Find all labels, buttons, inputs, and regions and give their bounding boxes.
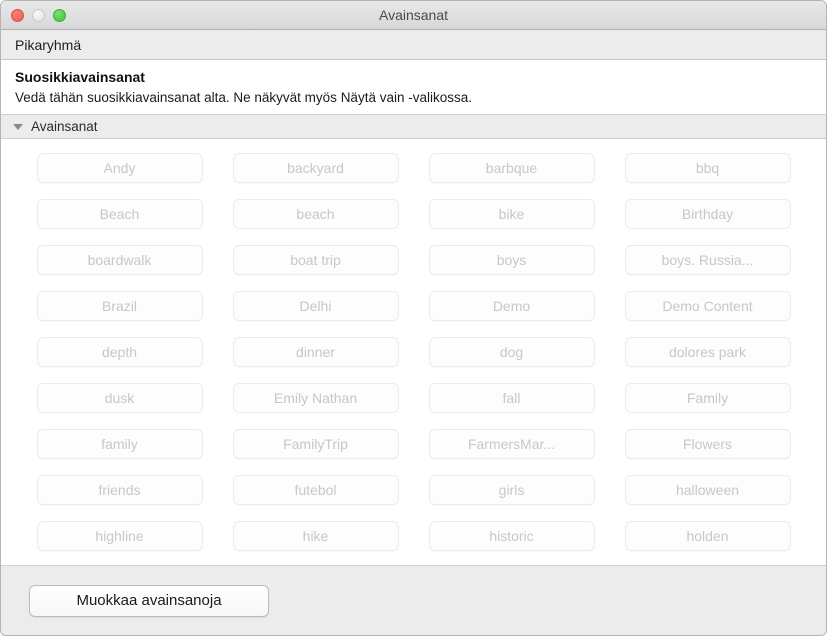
window-title: Avainsanat bbox=[378, 7, 448, 23]
triangle-down-icon[interactable] bbox=[13, 123, 23, 130]
keywords-grid: Andy backyard barbque bbq Beach beach bi… bbox=[1, 153, 826, 551]
keyword-button[interactable]: fall bbox=[428, 383, 595, 413]
window-footer: Muokkaa avainsanoja bbox=[1, 565, 826, 635]
keyword-button[interactable]: hike bbox=[232, 521, 399, 551]
keyword-button[interactable]: dog bbox=[428, 337, 595, 367]
keywords-section-title: Avainsanat bbox=[31, 119, 98, 134]
keyword-button[interactable]: girls bbox=[428, 475, 595, 505]
close-button-icon[interactable] bbox=[11, 8, 24, 22]
favorite-keywords-dropzone[interactable]: Suosikkiavainsanat Vedä tähän suosikkiav… bbox=[1, 60, 826, 115]
favorite-keywords-title: Suosikkiavainsanat bbox=[15, 69, 145, 85]
keyword-button[interactable]: Brazil bbox=[36, 291, 203, 321]
keyword-button[interactable]: boys. Russia... bbox=[624, 245, 791, 275]
keyword-button[interactable]: Beach bbox=[36, 199, 203, 229]
keyword-button[interactable]: Andy bbox=[36, 153, 203, 183]
keyword-button[interactable]: dusk bbox=[36, 383, 203, 413]
keyword-button[interactable]: backyard bbox=[232, 153, 399, 183]
keywords-section-header[interactable]: Avainsanat bbox=[1, 115, 826, 139]
window-titlebar: Avainsanat bbox=[1, 1, 826, 30]
keyword-button[interactable]: historic bbox=[428, 521, 595, 551]
keyword-button[interactable]: holden bbox=[624, 521, 791, 551]
keyword-button[interactable]: Family bbox=[624, 383, 791, 413]
quick-group-toolbar: Pikaryhmä bbox=[1, 30, 826, 60]
favorite-keywords-description: Vedä tähän suosikkiavainsanat alta. Ne n… bbox=[15, 90, 472, 105]
minimize-button-icon[interactable] bbox=[32, 8, 45, 22]
keyword-button[interactable]: dolores park bbox=[624, 337, 791, 367]
keyword-button[interactable]: depth bbox=[36, 337, 203, 367]
keyword-button[interactable]: highline bbox=[36, 521, 203, 551]
keywords-window: Avainsanat Pikaryhmä Suosikkiavainsanat … bbox=[0, 0, 827, 636]
keyword-button[interactable]: Demo Content bbox=[624, 291, 791, 321]
keyword-button[interactable]: Flowers bbox=[624, 429, 791, 459]
keyword-button[interactable]: Birthday bbox=[624, 199, 791, 229]
keyword-button[interactable]: FarmersMar... bbox=[428, 429, 595, 459]
keyword-button[interactable]: bbq bbox=[624, 153, 791, 183]
keyword-button[interactable]: halloween bbox=[624, 475, 791, 505]
keyword-button[interactable]: boys bbox=[428, 245, 595, 275]
keyword-button[interactable]: futebol bbox=[232, 475, 399, 505]
keyword-button[interactable]: Emily Nathan bbox=[232, 383, 399, 413]
keyword-button[interactable]: boardwalk bbox=[36, 245, 203, 275]
keyword-button[interactable]: boat trip bbox=[232, 245, 399, 275]
zoom-button-icon[interactable] bbox=[53, 8, 66, 22]
keyword-button[interactable]: FamilyTrip bbox=[232, 429, 399, 459]
keyword-button[interactable]: family bbox=[36, 429, 203, 459]
window-controls bbox=[1, 8, 66, 22]
keyword-button[interactable]: bike bbox=[428, 199, 595, 229]
edit-keywords-button[interactable]: Muokkaa avainsanoja bbox=[29, 584, 269, 617]
keyword-button[interactable]: dinner bbox=[232, 337, 399, 367]
keyword-button[interactable]: barbque bbox=[428, 153, 595, 183]
keyword-button[interactable]: beach bbox=[232, 199, 399, 229]
keyword-button[interactable]: friends bbox=[36, 475, 203, 505]
keyword-button[interactable]: Delhi bbox=[232, 291, 399, 321]
keyword-button[interactable]: Demo bbox=[428, 291, 595, 321]
keywords-grid-area: Andy backyard barbque bbq Beach beach bi… bbox=[1, 139, 826, 565]
quick-group-label[interactable]: Pikaryhmä bbox=[15, 37, 81, 53]
